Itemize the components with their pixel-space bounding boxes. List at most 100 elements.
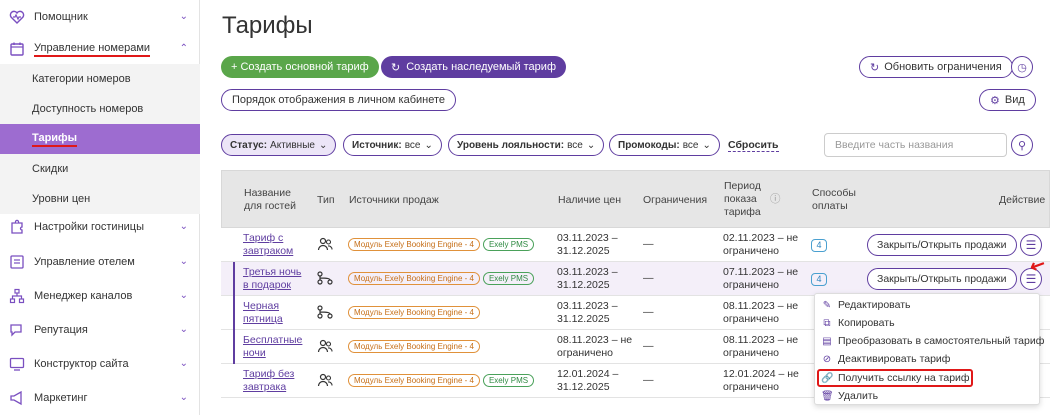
source-badge: Модуль Exely Booking Engine - 4: [348, 306, 480, 319]
filter-value: все: [404, 139, 421, 151]
tariff-name-link[interactable]: Третья ночь в подарок: [243, 266, 307, 292]
close-open-sales-button[interactable]: Закрыть/Открыть продажи: [867, 234, 1017, 256]
network-icon: [8, 287, 26, 305]
hamburger-icon: ☰: [1025, 238, 1037, 252]
sidebar-item-label: Репутация: [34, 324, 88, 336]
sidebar: Помощник ⌄ Управление номерами ⌃ Категор…: [0, 0, 200, 415]
filter-value: все: [682, 139, 699, 151]
sales-sources: Модуль Exely Booking Engine - 4: [348, 306, 483, 319]
tariff-name-link[interactable]: Тариф с завтраком: [243, 232, 303, 258]
deactivate-icon: ⊘: [822, 353, 832, 365]
trash-icon: 🗑: [821, 390, 834, 402]
limits-value: —: [643, 374, 654, 386]
history-button[interactable]: ◷: [1011, 56, 1033, 78]
search-icon: ⚲: [1017, 139, 1027, 152]
sales-sources: Модуль Exely Booking Engine - 4: [348, 340, 483, 353]
sidebar-item-hotel-settings[interactable]: Настройки гостиницы ⌄: [0, 210, 200, 244]
header-prices: Наличие цен: [558, 194, 622, 206]
sidebar-item-room-management[interactable]: Управление номерами ⌃: [0, 32, 200, 66]
tariff-name-link[interactable]: Тариф без завтрака: [243, 368, 303, 394]
source-badge: Модуль Exely Booking Engine - 4: [348, 340, 480, 353]
menu-item-edit[interactable]: ✎ Редактировать: [821, 296, 911, 314]
sidebar-item-marketing[interactable]: Маркетинг ⌄: [0, 381, 200, 415]
sidebar-item-site-builder[interactable]: Конструктор сайта ⌄: [0, 347, 200, 381]
sidebar-item-channel-manager[interactable]: Менеджер каналов ⌄: [0, 279, 200, 313]
sidebar-item-label: Управление отелем: [34, 256, 135, 268]
chevron-down-icon: ⌄: [586, 139, 596, 151]
checklist-icon: [8, 253, 26, 271]
tariff-name-link[interactable]: Бесплатные ночи: [243, 334, 307, 360]
sidebar-subitem-label: Тарифы: [32, 132, 78, 147]
sidebar-item-label: Управление номерами: [34, 42, 151, 57]
sidebar-item-label: Конструктор сайта: [34, 358, 129, 370]
chevron-down-icon: ⌄: [179, 221, 188, 232]
price-availability: 08.11.2023 – не ограничено: [557, 334, 633, 359]
filter-loyalty[interactable]: Уровень лояльности: все ⌄: [448, 134, 605, 156]
sidebar-item-assistant[interactable]: Помощник ⌄: [0, 0, 200, 34]
menu-item-delete[interactable]: 🗑 Удалить: [821, 387, 878, 405]
chevron-down-icon: ⌄: [179, 324, 188, 335]
menu-item-label: Редактировать: [838, 299, 911, 311]
view-settings-button[interactable]: ⚙ Вид: [979, 89, 1036, 111]
header-sources: Источники продаж: [349, 194, 439, 206]
filter-source[interactable]: Источник: все ⌄: [343, 134, 442, 156]
chevron-down-icon: ⌄: [179, 392, 188, 403]
display-period: 12.01.2024 – не ограничено: [723, 368, 799, 393]
sidebar-subitem-room-availability[interactable]: Доступность номеров: [0, 94, 200, 124]
people-icon: [317, 237, 333, 255]
payment-count-badge[interactable]: 4: [811, 273, 827, 286]
update-limits-button[interactable]: ↻ Обновить ограничения: [859, 56, 1013, 78]
sidebar-subitem-tariffs[interactable]: Тарифы: [0, 124, 200, 154]
refresh-icon: ↻: [870, 61, 880, 74]
link-icon: 🔗: [821, 372, 834, 384]
pencil-icon: ✎: [822, 299, 832, 311]
button-label: Вид: [1004, 94, 1025, 106]
menu-item-get-link[interactable]: 🔗 Получить ссылку на тариф: [821, 369, 970, 387]
source-badge: Exely PMS: [482, 272, 535, 285]
row-menu-button[interactable]: ☰: [1020, 234, 1042, 256]
filter-label: Уровень лояльности:: [457, 139, 565, 151]
chevron-down-icon: ⌄: [702, 139, 711, 151]
menu-item-label: Получить ссылку на тариф: [838, 372, 970, 384]
display-period: 02.11.2023 – не ограничено: [723, 232, 799, 257]
create-inherited-tariff-button[interactable]: ↻ Создать наследуемый тариф: [381, 56, 566, 78]
display-period: 08.11.2023 – не ограничено: [723, 300, 799, 325]
sidebar-subitem-room-categories[interactable]: Категории номеров: [0, 64, 200, 94]
sidebar-item-hotel-management[interactable]: Управление отелем ⌄: [0, 245, 200, 279]
page-title: Тарифы: [222, 12, 313, 39]
menu-item-label: Деактивировать тариф: [838, 353, 951, 365]
sidebar-subitem-label: Категории номеров: [32, 73, 131, 85]
menu-item-convert[interactable]: ▤ Преобразовать в самостоятельный тариф: [821, 332, 1044, 350]
people-icon: [317, 339, 333, 357]
sidebar-subitem-discounts[interactable]: Скидки: [0, 154, 200, 184]
reset-filters-link[interactable]: Сбросить: [728, 139, 779, 152]
header-action: Действие: [999, 194, 1046, 206]
search-button[interactable]: ⚲: [1011, 134, 1033, 156]
chevron-down-icon: ⌄: [179, 290, 188, 301]
chevron-down-icon: ⌄: [318, 139, 328, 151]
header-payment: Способы оплаты: [812, 187, 856, 212]
help-icon[interactable]: ⓘ: [770, 193, 781, 206]
display-order-button[interactable]: Порядок отображения в личном кабинете: [221, 89, 457, 111]
limits-value: —: [643, 238, 654, 250]
search-input[interactable]: Введите часть названия: [824, 133, 1007, 157]
people-icon: [317, 373, 333, 391]
menu-item-deactivate[interactable]: ⊘ Деактивировать тариф: [821, 350, 951, 368]
price-availability: 12.01.2024 – 31.12.2025: [557, 368, 619, 393]
branch-icon: ↻: [391, 61, 401, 74]
payment-count-badge[interactable]: 4: [811, 239, 827, 252]
menu-item-copy[interactable]: ⧉ Копировать: [821, 314, 894, 332]
row-actions-dropdown: ✎ Редактировать ⧉ Копировать ▤ Преобразо…: [814, 293, 1044, 405]
tariff-name-link[interactable]: Черная пятница: [243, 300, 303, 326]
branch-icon: [317, 271, 333, 289]
sidebar-item-label: Маркетинг: [34, 392, 88, 404]
header-limits: Ограничения: [643, 194, 707, 206]
filter-status[interactable]: Статус: Активные ⌄: [221, 134, 337, 156]
megaphone-icon: [8, 389, 26, 407]
create-main-tariff-button[interactable]: + Создать основной тариф: [221, 56, 379, 78]
menu-item-label: Преобразовать в самостоятельный тариф: [838, 335, 1045, 347]
sidebar-item-reputation[interactable]: Репутация ⌄: [0, 313, 200, 347]
close-open-sales-button[interactable]: Закрыть/Открыть продажи: [867, 268, 1017, 290]
filter-promocodes[interactable]: Промокоды: все ⌄: [609, 134, 720, 156]
gear-icon: ⚙: [990, 94, 1000, 107]
